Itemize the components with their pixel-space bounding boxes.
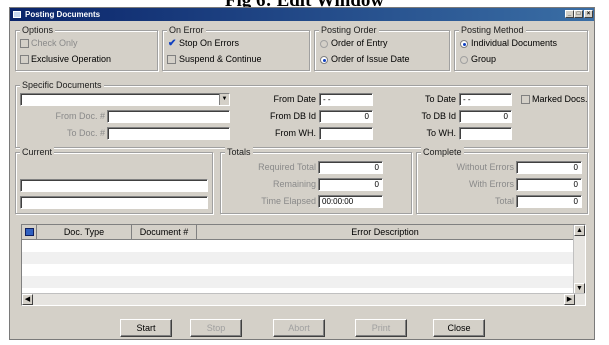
from-date-field[interactable]: - - <box>319 93 373 106</box>
total-label: Total <box>494 196 514 206</box>
close-button[interactable]: Close <box>433 319 485 337</box>
specific-documents-group: Specific Documents ▼ From Doc. # To Doc.… <box>15 80 588 148</box>
totals-group: Totals Required Total 0 Remaining 0 Time… <box>220 147 412 214</box>
required-total-field: 0 <box>318 161 383 174</box>
posting-order-group: Posting Order Order of Entry Order of Is… <box>314 25 450 71</box>
to-db-id-field[interactable]: 0 <box>459 110 512 123</box>
start-button[interactable]: Start <box>120 319 172 337</box>
to-wh-field[interactable] <box>459 127 512 140</box>
scroll-up-icon[interactable]: ▲ <box>574 225 585 236</box>
to-date-label: To Date <box>424 94 456 104</box>
maximize-icon[interactable]: □ <box>574 10 583 18</box>
exclusive-operation-checkbox[interactable] <box>20 55 29 64</box>
order-of-entry-radio[interactable] <box>320 40 328 48</box>
window-title: Posting Documents <box>25 10 101 19</box>
time-elapsed-label: Time Elapsed <box>261 196 316 206</box>
scroll-left-icon[interactable]: ◀ <box>22 294 33 305</box>
vertical-scrollbar[interactable]: ▲ ▼ <box>573 225 585 294</box>
close-icon[interactable]: × <box>584 10 593 18</box>
marked-docs-label: Marked Docs. <box>532 94 588 104</box>
on-error-group-label: On Error <box>167 25 206 35</box>
horizontal-scrollbar[interactable]: ◀ ▶ <box>22 293 585 305</box>
to-date-field[interactable]: - - <box>459 93 512 106</box>
suspend-continue-label: Suspend & Continue <box>179 54 262 64</box>
time-elapsed-field: 00:00:00 <box>318 195 383 208</box>
exclusive-operation-label: Exclusive Operation <box>31 54 112 64</box>
order-of-issue-date-radio[interactable] <box>320 56 328 64</box>
table-row[interactable] <box>22 264 574 276</box>
from-doc-field[interactable] <box>107 110 230 123</box>
without-errors-label: Without Errors <box>456 162 514 172</box>
to-db-id-label: To DB Id <box>421 111 456 121</box>
individual-documents-radio[interactable] <box>460 40 468 48</box>
on-error-group: On Error ✔ Stop On Errors Suspend & Cont… <box>162 25 310 71</box>
column-doc-type[interactable]: Doc. Type <box>37 225 132 240</box>
table-row[interactable] <box>22 240 574 252</box>
order-of-entry-label: Order of Entry <box>331 38 388 48</box>
with-errors-field: 0 <box>516 178 582 191</box>
from-date-label: From Date <box>273 94 316 104</box>
totals-group-label: Totals <box>225 147 253 157</box>
from-db-id-field[interactable]: 0 <box>319 110 373 123</box>
with-errors-label: With Errors <box>469 179 514 189</box>
abort-button[interactable]: Abort <box>273 319 325 337</box>
scroll-right-icon[interactable]: ▶ <box>564 294 575 305</box>
chevron-down-icon[interactable]: ▼ <box>219 94 229 105</box>
to-wh-label: To WH. <box>426 128 456 138</box>
to-doc-field[interactable] <box>107 127 230 140</box>
posting-documents-window: Posting Documents _ □ × Options Check On… <box>9 7 595 340</box>
to-doc-label: To Doc. # <box>66 128 105 138</box>
remaining-label: Remaining <box>272 179 316 189</box>
print-button[interactable]: Print <box>355 319 407 337</box>
column-document-number[interactable]: Document # <box>132 225 197 240</box>
from-wh-field[interactable] <box>319 127 373 140</box>
stop-on-errors-label: Stop On Errors <box>179 38 240 48</box>
order-of-issue-date-label: Order of Issue Date <box>331 54 410 64</box>
check-only-checkbox[interactable] <box>20 39 29 48</box>
from-db-id-label: From DB Id <box>269 111 316 121</box>
without-errors-field: 0 <box>516 161 582 174</box>
required-total-label: Required Total <box>258 162 316 172</box>
table-icon <box>24 228 34 236</box>
group-label: Group <box>471 54 497 64</box>
posting-order-group-label: Posting Order <box>319 25 379 35</box>
current-field-2 <box>20 196 208 209</box>
marked-docs-checkbox[interactable] <box>521 95 530 104</box>
table-row[interactable] <box>22 252 574 264</box>
check-only-label: Check Only <box>31 38 78 48</box>
suspend-continue-checkbox[interactable] <box>167 55 176 64</box>
minimize-icon[interactable]: _ <box>565 10 574 18</box>
posting-method-group: Posting Method Individual Documents Grou… <box>454 25 588 71</box>
stop-on-errors-checkbox[interactable]: ✔ <box>168 39 176 49</box>
document-type-dropdown[interactable]: ▼ <box>20 93 230 106</box>
from-wh-label: From WH. <box>275 128 316 138</box>
title-bar: Posting Documents _ □ × <box>10 8 594 21</box>
error-grid[interactable]: Doc. Type Document # Error Description ▲… <box>21 224 586 306</box>
stop-button[interactable]: Stop <box>190 319 242 337</box>
group-radio[interactable] <box>460 56 468 64</box>
complete-group: Complete Without Errors 0 With Errors 0 … <box>416 147 588 214</box>
grid-corner[interactable] <box>22 225 37 240</box>
specific-documents-group-label: Specific Documents <box>20 80 104 90</box>
options-group: Options Check Only Exclusive Operation <box>15 25 158 71</box>
total-field: 0 <box>516 195 582 208</box>
individual-documents-label: Individual Documents <box>471 38 558 48</box>
options-group-label: Options <box>20 25 56 35</box>
current-field-1 <box>20 179 208 192</box>
remaining-field: 0 <box>318 178 383 191</box>
posting-method-group-label: Posting Method <box>459 25 526 35</box>
column-error-description[interactable]: Error Description <box>197 225 574 240</box>
current-group-label: Current <box>20 147 55 157</box>
table-row[interactable] <box>22 276 574 288</box>
from-doc-label: From Doc. # <box>55 111 105 121</box>
current-group: Current <box>15 147 213 214</box>
app-icon <box>13 11 21 18</box>
complete-group-label: Complete <box>421 147 464 157</box>
